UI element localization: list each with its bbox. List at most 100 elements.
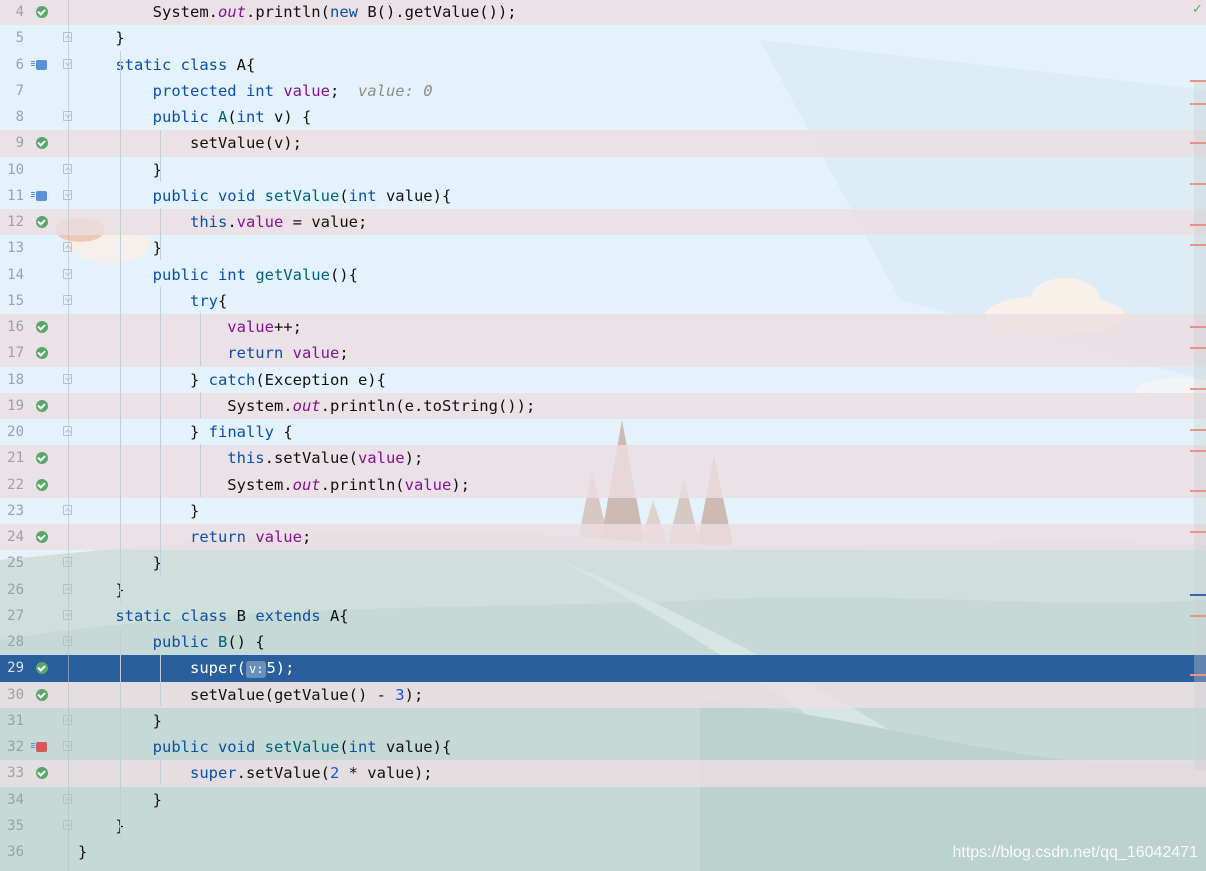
code-line[interactable]: 7 protected int value; value: 0 — [0, 78, 1206, 104]
code-line[interactable]: 20 } finally { — [0, 419, 1206, 445]
code-line[interactable]: 22 System.out.println(value); — [0, 471, 1206, 498]
line-number[interactable]: 7 — [0, 78, 24, 104]
coverage-check-icon[interactable] — [36, 399, 48, 412]
code-line[interactable]: 13 } — [0, 235, 1206, 261]
line-number[interactable]: 8 — [0, 104, 24, 130]
overriding-method-icon[interactable] — [31, 742, 47, 752]
line-number[interactable]: 26 — [0, 577, 24, 603]
code-line[interactable]: 35 } — [0, 813, 1206, 839]
error-stripe-mark[interactable] — [1190, 347, 1206, 349]
error-stripe-mark[interactable] — [1190, 531, 1206, 533]
error-stripe-mark[interactable] — [1190, 429, 1206, 431]
coverage-check-icon[interactable] — [36, 137, 48, 150]
code-line[interactable]: 14 public int getValue(){ — [0, 262, 1206, 288]
line-number[interactable]: 23 — [0, 498, 24, 524]
line-number[interactable]: 10 — [0, 157, 24, 183]
code-text[interactable]: setValue(getValue() - 3); — [78, 682, 423, 708]
error-stripe-mark[interactable] — [1190, 224, 1206, 226]
code-line[interactable]: 10 } — [0, 157, 1206, 183]
code-text[interactable]: public void setValue(int value){ — [78, 734, 452, 760]
line-number[interactable]: 25 — [0, 550, 24, 576]
code-text[interactable]: super(v: 5); — [78, 655, 294, 681]
code-line[interactable]: 28 public B() { — [0, 629, 1206, 655]
coverage-check-icon[interactable] — [36, 688, 48, 701]
line-number[interactable]: 12 — [0, 209, 24, 235]
line-number[interactable]: 31 — [0, 708, 24, 734]
line-number[interactable]: 32 — [0, 734, 24, 760]
analysis-ok-check-icon[interactable]: ✓ — [1192, 2, 1203, 17]
code-line[interactable]: 18 } catch(Exception e){ — [0, 367, 1206, 393]
line-number[interactable]: 6 — [0, 52, 24, 78]
code-line[interactable]: 12 this.value = value; — [0, 209, 1206, 236]
error-stripe-mark[interactable] — [1190, 326, 1206, 328]
coverage-check-icon[interactable] — [36, 531, 48, 543]
code-text[interactable]: } — [78, 839, 87, 865]
error-stripe-mark[interactable] — [1190, 615, 1206, 617]
line-number[interactable]: 11 — [0, 183, 24, 209]
overridden-method-icon[interactable] — [31, 59, 47, 70]
code-text[interactable]: protected int value; value: 0 — [78, 78, 433, 104]
code-text[interactable]: } — [78, 498, 199, 524]
coverage-check-icon[interactable] — [36, 478, 48, 491]
code-text[interactable]: try{ — [78, 288, 227, 314]
coverage-check-icon[interactable] — [36, 452, 48, 465]
line-number[interactable]: 22 — [0, 472, 24, 498]
code-line[interactable]: 6 static class A{ — [0, 52, 1206, 78]
line-number[interactable]: 14 — [0, 262, 24, 288]
code-text[interactable]: } — [78, 25, 124, 51]
line-number[interactable]: 5 — [0, 25, 24, 51]
coverage-check-icon[interactable] — [36, 767, 48, 780]
line-number[interactable]: 20 — [0, 419, 24, 445]
line-number[interactable]: 30 — [0, 682, 24, 708]
line-number[interactable]: 17 — [0, 340, 24, 366]
code-text[interactable]: } catch(Exception e){ — [78, 367, 386, 393]
line-number[interactable]: 24 — [0, 524, 24, 550]
code-line[interactable]: 15 try{ — [0, 288, 1206, 314]
code-text[interactable]: System.out.println(new B().getValue()); — [78, 0, 517, 25]
coverage-check-icon[interactable] — [36, 662, 48, 675]
line-number[interactable]: 19 — [0, 393, 24, 419]
coverage-check-icon[interactable] — [36, 347, 48, 360]
line-number[interactable]: 9 — [0, 130, 24, 156]
code-text[interactable]: static class A{ — [78, 52, 255, 78]
code-line[interactable]: 29 super(v: 5); — [0, 655, 1206, 682]
code-editor[interactable]: 4 System.out.println(new B().getValue())… — [0, 0, 1206, 865]
line-number[interactable]: 28 — [0, 629, 24, 655]
code-line[interactable]: 30 setValue(getValue() - 3); — [0, 681, 1206, 708]
code-line[interactable]: 32 public void setValue(int value){ — [0, 734, 1206, 760]
code-text[interactable]: static class B extends A{ — [78, 603, 348, 629]
error-stripe-mark[interactable] — [1190, 183, 1206, 185]
code-line[interactable]: 26 } — [0, 577, 1206, 603]
code-text[interactable]: } finally { — [78, 419, 293, 445]
line-number[interactable]: 13 — [0, 235, 24, 261]
code-text[interactable]: value++; — [78, 314, 302, 340]
line-number[interactable]: 29 — [0, 655, 24, 681]
code-text[interactable]: return value; — [78, 340, 348, 366]
code-line[interactable]: 4 System.out.println(new B().getValue())… — [0, 0, 1206, 26]
code-line[interactable]: 33 super.setValue(2 * value); — [0, 760, 1206, 787]
error-stripe-mark[interactable] — [1190, 674, 1206, 676]
line-number[interactable]: 21 — [0, 445, 24, 471]
overridden-method-icon[interactable] — [31, 190, 47, 201]
line-number[interactable]: 4 — [0, 0, 24, 25]
error-stripe-mark[interactable] — [1190, 80, 1206, 82]
caret-position-mark[interactable] — [1190, 594, 1206, 596]
error-stripe-mark[interactable] — [1190, 490, 1206, 492]
line-number[interactable]: 35 — [0, 813, 24, 839]
code-line[interactable]: 8 public A(int v) { — [0, 104, 1206, 130]
line-number[interactable]: 16 — [0, 314, 24, 340]
code-text[interactable]: System.out.println(value); — [78, 472, 470, 498]
error-stripe-mark[interactable] — [1190, 388, 1206, 390]
code-text[interactable]: System.out.println(e.toString()); — [78, 393, 535, 419]
error-stripe-mark[interactable] — [1190, 142, 1206, 144]
code-text[interactable]: public void setValue(int value){ — [78, 183, 452, 209]
line-number[interactable]: 15 — [0, 288, 24, 314]
code-line[interactable]: 19 System.out.println(e.toString()); — [0, 392, 1206, 419]
coverage-check-icon[interactable] — [36, 6, 48, 18]
code-text[interactable]: this.setValue(value); — [78, 445, 423, 471]
code-text[interactable]: public A(int v) { — [78, 104, 312, 130]
code-line[interactable]: 11 public void setValue(int value){ — [0, 183, 1206, 209]
code-text[interactable]: } — [78, 577, 124, 603]
line-number[interactable]: 36 — [0, 839, 24, 865]
code-line[interactable]: 23 } — [0, 498, 1206, 524]
